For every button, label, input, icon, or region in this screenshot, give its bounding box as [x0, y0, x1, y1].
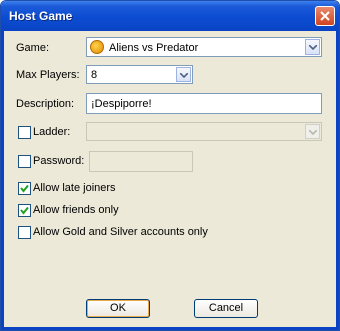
description-label: Description:	[16, 98, 75, 110]
chevron-down-icon	[309, 130, 317, 135]
ladder-checkbox[interactable]	[18, 126, 31, 139]
allow-late-joiners-label: Allow late joiners	[33, 182, 116, 194]
game-select[interactable]: Aliens vs Predator	[86, 37, 322, 57]
max-players-label: Max Players:	[16, 69, 80, 81]
checkmark-icon	[20, 206, 29, 215]
close-icon	[320, 11, 330, 21]
password-input[interactable]	[89, 151, 193, 172]
password-checkbox[interactable]	[18, 155, 31, 168]
window-border-left	[1, 31, 4, 330]
allow-gold-silver-label: Allow Gold and Silver accounts only	[33, 226, 208, 238]
allow-late-joiners-checkbox[interactable]	[18, 182, 31, 195]
allow-friends-only-label: Allow friends only	[33, 204, 119, 216]
max-players-dropdown-button[interactable]	[176, 67, 191, 82]
chevron-down-icon	[309, 45, 317, 50]
title-bar[interactable]: Host Game	[1, 1, 339, 31]
allow-friends-only-checkbox[interactable]	[18, 204, 31, 217]
game-label: Game:	[16, 42, 50, 54]
close-button[interactable]	[315, 6, 335, 26]
ladder-dropdown-button[interactable]	[305, 124, 320, 139]
ok-button[interactable]: OK	[86, 299, 150, 318]
host-game-dialog: Host Game Game: Aliens vs Predator Max P…	[0, 0, 340, 331]
window-border-right	[336, 31, 339, 330]
password-label: Password:	[33, 155, 85, 167]
chevron-down-icon	[180, 73, 188, 78]
description-input[interactable]: ¡Despiporre!	[86, 93, 322, 114]
allow-gold-silver-checkbox[interactable]	[18, 226, 31, 239]
game-select-value: Aliens vs Predator	[109, 42, 199, 54]
ladder-label: Ladder:	[33, 126, 71, 138]
window-title: Host Game	[9, 9, 73, 23]
cancel-button[interactable]: Cancel	[194, 299, 258, 318]
max-players-select[interactable]: 8	[86, 65, 193, 84]
ladder-select[interactable]	[86, 122, 322, 141]
checkmark-icon	[20, 184, 29, 193]
game-icon	[90, 40, 104, 54]
max-players-value: 8	[91, 69, 98, 81]
game-dropdown-button[interactable]	[305, 39, 320, 55]
window-border-bottom	[1, 327, 339, 330]
description-value: ¡Despiporre!	[91, 98, 152, 110]
